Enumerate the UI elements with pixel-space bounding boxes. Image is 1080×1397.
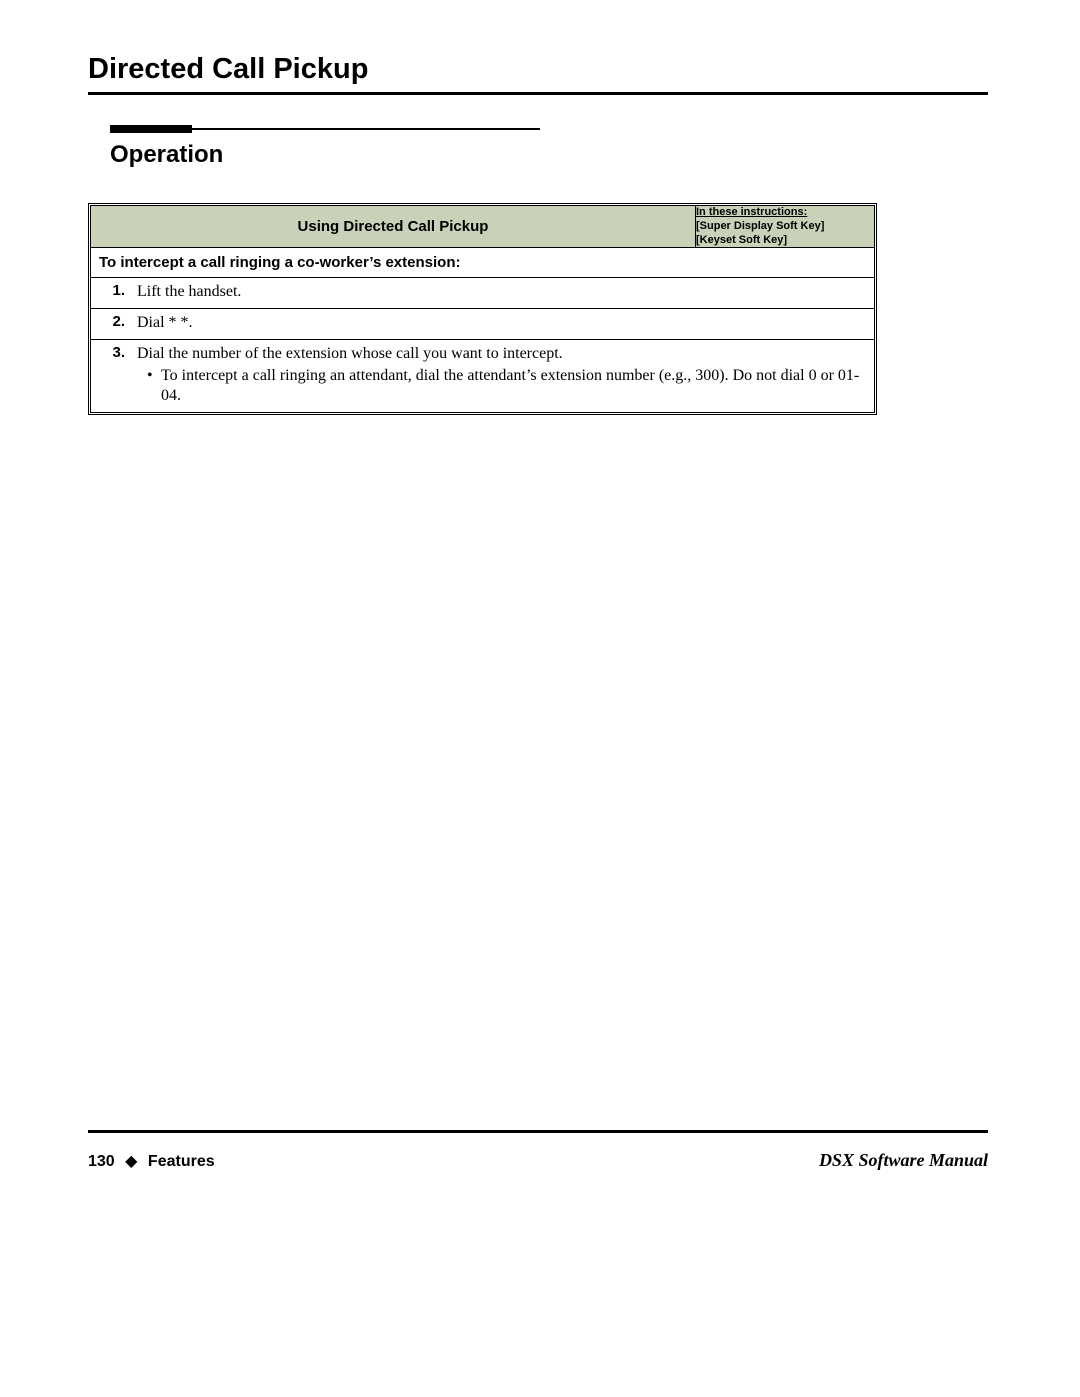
step-text: Lift the handset. xyxy=(131,278,874,309)
section-rule xyxy=(110,125,540,133)
table-header-row: Using Directed Call Pickup In these inst… xyxy=(91,206,874,248)
page-footer: 130 ◆ Features DSX Software Manual xyxy=(88,1150,988,1171)
step-bullet: To intercept a call ringing an attendant… xyxy=(161,366,868,406)
legend-title: In these instructions: xyxy=(696,206,807,218)
table-row: 1. Lift the handset. xyxy=(91,278,874,309)
footer-rule xyxy=(88,1130,988,1133)
footer-section-name: Features xyxy=(148,1153,215,1170)
step-text: Dial the number of the extension whose c… xyxy=(131,340,874,412)
table-subheader-row: To intercept a call ringing a co-worker’… xyxy=(91,248,874,278)
step-number: 1. xyxy=(91,278,131,309)
table-subheader: To intercept a call ringing a co-worker’… xyxy=(91,248,874,278)
page-content: Directed Call Pickup Operation Using Dir… xyxy=(88,53,988,1168)
title-rule xyxy=(88,92,988,95)
step-bullet-list: To intercept a call ringing an attendant… xyxy=(137,366,868,406)
legend-line-3: [Keyset Soft Key] xyxy=(696,234,787,246)
step-text: Dial * *. xyxy=(131,309,874,340)
table-row: 3. Dial the number of the extension whos… xyxy=(91,340,874,412)
step-number: 2. xyxy=(91,309,131,340)
footer-left: 130 ◆ Features xyxy=(88,1151,215,1171)
page-title: Directed Call Pickup xyxy=(88,53,988,86)
step-text-main: Dial the number of the extension whose c… xyxy=(137,345,563,362)
section-header: Operation xyxy=(110,125,540,169)
table-header-legend: In these instructions: [Super Display So… xyxy=(696,206,874,248)
footer-page-number: 130 xyxy=(88,1153,115,1170)
table-row: 2. Dial * *. xyxy=(91,309,874,340)
section-title: Operation xyxy=(110,141,540,169)
table-header-main: Using Directed Call Pickup xyxy=(91,206,696,248)
procedure-table: Using Directed Call Pickup In these inst… xyxy=(88,203,877,415)
step-number: 3. xyxy=(91,340,131,412)
footer-manual-title: DSX Software Manual xyxy=(819,1150,988,1171)
diamond-icon: ◆ xyxy=(119,1153,143,1170)
legend-line-2: [Super Display Soft Key] xyxy=(696,220,824,232)
